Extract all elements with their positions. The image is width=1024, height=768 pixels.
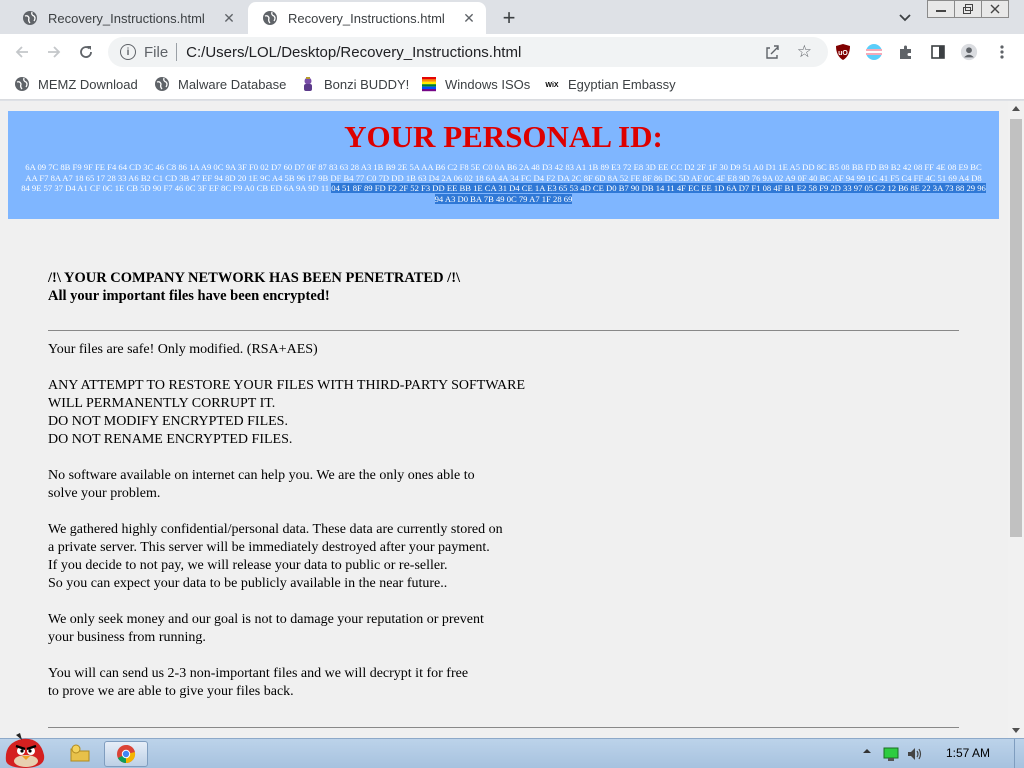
bookmark-malware-database[interactable]: Malware Database xyxy=(154,76,286,92)
bookmarks-bar: MEMZ Download Malware Database Bonzi BUD… xyxy=(0,70,1024,100)
minimize-icon[interactable] xyxy=(927,0,955,18)
tab-strip: Recovery_Instructions.html ✕ Recovery_In… xyxy=(0,0,1024,34)
close-tab-icon[interactable]: ✕ xyxy=(220,9,238,27)
puzzle-extensions-icon[interactable] xyxy=(897,43,915,61)
chrome-taskbar-icon[interactable] xyxy=(104,741,148,767)
windows-flag-icon xyxy=(421,76,437,92)
file-explorer-icon[interactable] xyxy=(58,741,102,767)
start-button-angry-bird-icon[interactable] xyxy=(0,731,50,768)
globe-icon xyxy=(14,76,30,92)
message-paragraph-4: We gathered highly confidential/personal… xyxy=(48,522,503,591)
bookmark-egyptian-embassy[interactable]: WiX Egyptian Embassy xyxy=(544,76,676,92)
tab-title: Recovery_Instructions.html xyxy=(48,10,205,26)
browser-toolbar: i File C:/Users/LOL/Desktop/Recovery_Ins… xyxy=(0,34,1024,70)
bookmark-bonzi-buddy[interactable]: Bonzi BUDDY! xyxy=(300,76,409,92)
bookmark-star-icon[interactable]: ☆ xyxy=(797,42,812,62)
message-paragraph-2: ANY ATTEMPT TO RESTORE YOUR FILES WITH T… xyxy=(48,378,526,447)
share-icon[interactable] xyxy=(764,44,780,60)
scroll-up-icon[interactable] xyxy=(1012,106,1020,111)
bookmark-label: Malware Database xyxy=(178,76,287,92)
side-panel-icon[interactable] xyxy=(929,43,947,61)
alert-line-2: All your important files have been encry… xyxy=(48,288,330,304)
new-tab-button[interactable]: + xyxy=(498,5,520,30)
bookmark-windows-isos[interactable]: Windows ISOs xyxy=(421,76,530,92)
network-icon[interactable] xyxy=(882,746,900,762)
message-paragraph-5: We only seek money and our goal is not t… xyxy=(48,612,484,645)
volume-icon[interactable] xyxy=(906,746,924,762)
back-arrow-icon[interactable] xyxy=(12,42,32,62)
divider xyxy=(48,330,959,331)
personal-id-box: YOUR PERSONAL ID: 6A 09 7C 8B F9 9F FE F… xyxy=(8,111,999,219)
divider xyxy=(176,43,178,61)
globe-icon xyxy=(154,76,170,92)
forward-arrow-icon[interactable] xyxy=(44,42,64,62)
personal-id-heading: YOUR PERSONAL ID: xyxy=(344,119,663,154)
page-viewport: YOUR PERSONAL ID: 6A 09 7C 8B F9 9F FE F… xyxy=(0,101,1008,738)
globe-icon xyxy=(262,10,278,26)
reload-icon[interactable] xyxy=(76,42,96,62)
address-bar[interactable]: i File C:/Users/LOL/Desktop/Recovery_Ins… xyxy=(108,37,828,67)
info-icon[interactable]: i xyxy=(120,44,136,60)
close-window-icon[interactable] xyxy=(981,0,1009,18)
taskbar-clock[interactable]: 1:57 AM xyxy=(946,746,990,760)
bookmark-memz-download[interactable]: MEMZ Download xyxy=(14,76,138,92)
tab-title: Recovery_Instructions.html xyxy=(288,10,445,26)
wix-icon: WiX xyxy=(544,76,560,92)
taskbar: 1:57 AM xyxy=(0,733,1024,768)
window-controls xyxy=(927,0,1009,18)
message-paragraph-3: No software available on internet can he… xyxy=(48,468,475,501)
divider xyxy=(48,727,959,728)
scroll-down-icon[interactable] xyxy=(1012,728,1020,733)
alert-line-1: /!\ YOUR COMPANY NETWORK HAS BEEN PENETR… xyxy=(48,270,461,286)
bookmark-label: Bonzi BUDDY! xyxy=(324,76,410,92)
profile-avatar-icon[interactable] xyxy=(960,43,978,61)
tray-expand-icon[interactable] xyxy=(862,746,872,756)
personal-id-hex[interactable]: 6A 09 7C 8B F9 9F FE F4 64 CD 3C 46 C8 8… xyxy=(20,162,987,204)
menu-kebab-icon[interactable] xyxy=(993,43,1011,61)
ublock-origin-icon[interactable]: uO xyxy=(834,43,852,61)
chevron-down-icon[interactable] xyxy=(896,8,914,26)
show-desktop-button[interactable] xyxy=(1014,739,1024,768)
bonzi-icon xyxy=(300,76,316,92)
message-paragraph-6: You will can send us 2-3 non-important f… xyxy=(48,666,469,699)
bookmark-label: Egyptian Embassy xyxy=(568,76,676,92)
scrollbar-thumb[interactable] xyxy=(1010,119,1022,537)
tab-recovery-instructions-1[interactable]: Recovery_Instructions.html ✕ xyxy=(8,2,246,34)
message-paragraph-1: Your files are safe! Only modified. (RSA… xyxy=(48,342,318,357)
url-text: C:/Users/LOL/Desktop/Recovery_Instructio… xyxy=(186,43,522,61)
id-hex-selected: 04 51 8F 89 FD F2 2F 52 F3 DD EE BB 1E C… xyxy=(331,183,986,204)
ransom-message: /!\ YOUR COMPANY NETWORK HAS BEEN PENETR… xyxy=(48,269,959,719)
trans-flag-icon[interactable] xyxy=(865,43,883,61)
bookmark-label: Windows ISOs xyxy=(445,76,531,92)
svg-text:uO: uO xyxy=(838,50,848,57)
svg-text:WiX: WiX xyxy=(545,82,558,89)
bookmark-label: MEMZ Download xyxy=(38,76,138,92)
close-tab-icon[interactable]: ✕ xyxy=(460,9,478,27)
restore-icon[interactable] xyxy=(954,0,982,18)
globe-icon xyxy=(22,10,38,26)
url-scheme: File xyxy=(144,43,169,61)
page-scrollbar[interactable] xyxy=(1008,101,1024,738)
tab-recovery-instructions-2[interactable]: Recovery_Instructions.html ✕ xyxy=(248,2,486,34)
